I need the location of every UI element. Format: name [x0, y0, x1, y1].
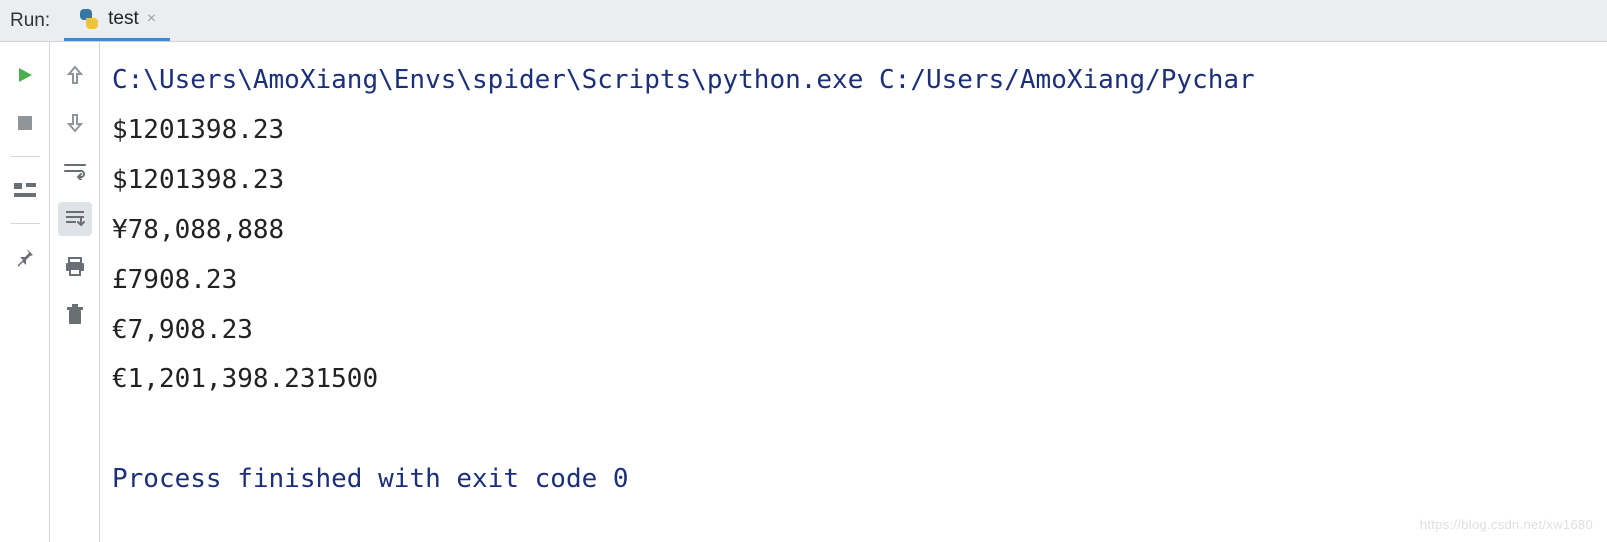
scroll-down-button[interactable] — [58, 106, 92, 140]
tab-label: test — [108, 8, 139, 30]
run-label: Run: — [0, 0, 64, 41]
stop-button[interactable] — [8, 106, 42, 140]
scroll-to-end-button[interactable] — [58, 202, 92, 236]
header-bar: Run: test × — [0, 0, 1607, 42]
output-line: €7,908.23 — [112, 315, 253, 345]
close-icon[interactable]: × — [147, 10, 156, 28]
output-line: $1201398.23 — [112, 115, 284, 145]
output-line: €1,201,398.231500 — [112, 364, 378, 394]
console-action-gutter — [50, 42, 100, 542]
console-text: C:\Users\AmoXiang\Envs\spider\Scripts\py… — [112, 56, 1595, 505]
run-tab-test[interactable]: test × — [64, 0, 170, 41]
output-line: $1201398.23 — [112, 165, 284, 195]
command-line: C:\Users\AmoXiang\Envs\spider\Scripts\py… — [112, 65, 1255, 95]
exit-message: Process finished with exit code 0 — [112, 464, 629, 494]
output-line: ¥78,088,888 — [112, 215, 284, 245]
pin-button[interactable] — [8, 240, 42, 274]
python-file-icon — [78, 8, 100, 30]
soft-wrap-button[interactable] — [58, 154, 92, 188]
scroll-up-button[interactable] — [58, 58, 92, 92]
run-tool-window: Run: test × — [0, 0, 1607, 542]
output-line: £7908.23 — [112, 265, 237, 295]
rerun-button[interactable] — [8, 58, 42, 92]
print-button[interactable] — [58, 250, 92, 284]
console-output[interactable]: C:\Users\AmoXiang\Envs\spider\Scripts\py… — [100, 42, 1607, 542]
layout-button[interactable] — [8, 173, 42, 207]
separator — [10, 156, 40, 157]
clear-all-button[interactable] — [58, 298, 92, 332]
left-action-gutter — [0, 42, 50, 542]
watermark: https://blog.csdn.net/xw1680 — [1420, 517, 1593, 532]
body: C:\Users\AmoXiang\Envs\spider\Scripts\py… — [0, 42, 1607, 542]
separator — [10, 223, 40, 224]
